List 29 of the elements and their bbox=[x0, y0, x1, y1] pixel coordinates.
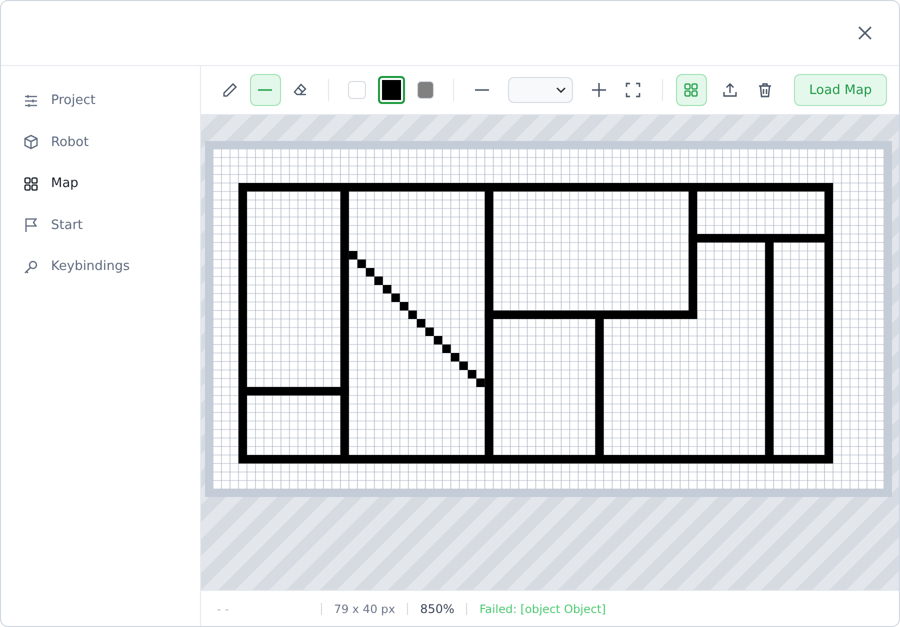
flag-icon bbox=[23, 217, 39, 234]
sliders-icon bbox=[23, 92, 39, 109]
pencil-icon bbox=[222, 82, 238, 98]
trash-icon bbox=[756, 82, 773, 98]
grid-icon bbox=[683, 82, 700, 98]
sidebar-item[interactable]: Keybindings bbox=[1, 246, 200, 288]
key-icon bbox=[23, 258, 39, 275]
grid-icon bbox=[23, 176, 39, 192]
cursor-position: - - bbox=[217, 602, 230, 616]
close-icon bbox=[857, 25, 873, 41]
map-size: 79 x 40 px bbox=[334, 602, 396, 616]
load-map-button[interactable]: Load Map bbox=[794, 74, 887, 106]
chevron-down-icon bbox=[556, 87, 566, 93]
cube-icon bbox=[23, 134, 39, 150]
fullscreen-icon bbox=[625, 82, 642, 98]
sidebar-item[interactable]: Start bbox=[1, 204, 200, 246]
sidebar-item[interactable]: Project bbox=[1, 80, 200, 122]
sidebar-item[interactable]: Robot bbox=[1, 122, 200, 163]
color-swatch[interactable] bbox=[378, 76, 405, 104]
plus-icon bbox=[590, 82, 607, 98]
grid-toggle-button[interactable] bbox=[676, 74, 707, 106]
sidebar-item[interactable]: Map bbox=[1, 163, 200, 204]
eraser-icon bbox=[292, 82, 308, 98]
status-message: Failed: [object Object] bbox=[479, 602, 606, 616]
upload-icon bbox=[722, 82, 738, 98]
line-icon bbox=[258, 89, 272, 91]
zoom-level: 850% bbox=[420, 602, 454, 616]
minus-icon bbox=[475, 89, 490, 91]
close-button[interactable] bbox=[857, 25, 873, 41]
